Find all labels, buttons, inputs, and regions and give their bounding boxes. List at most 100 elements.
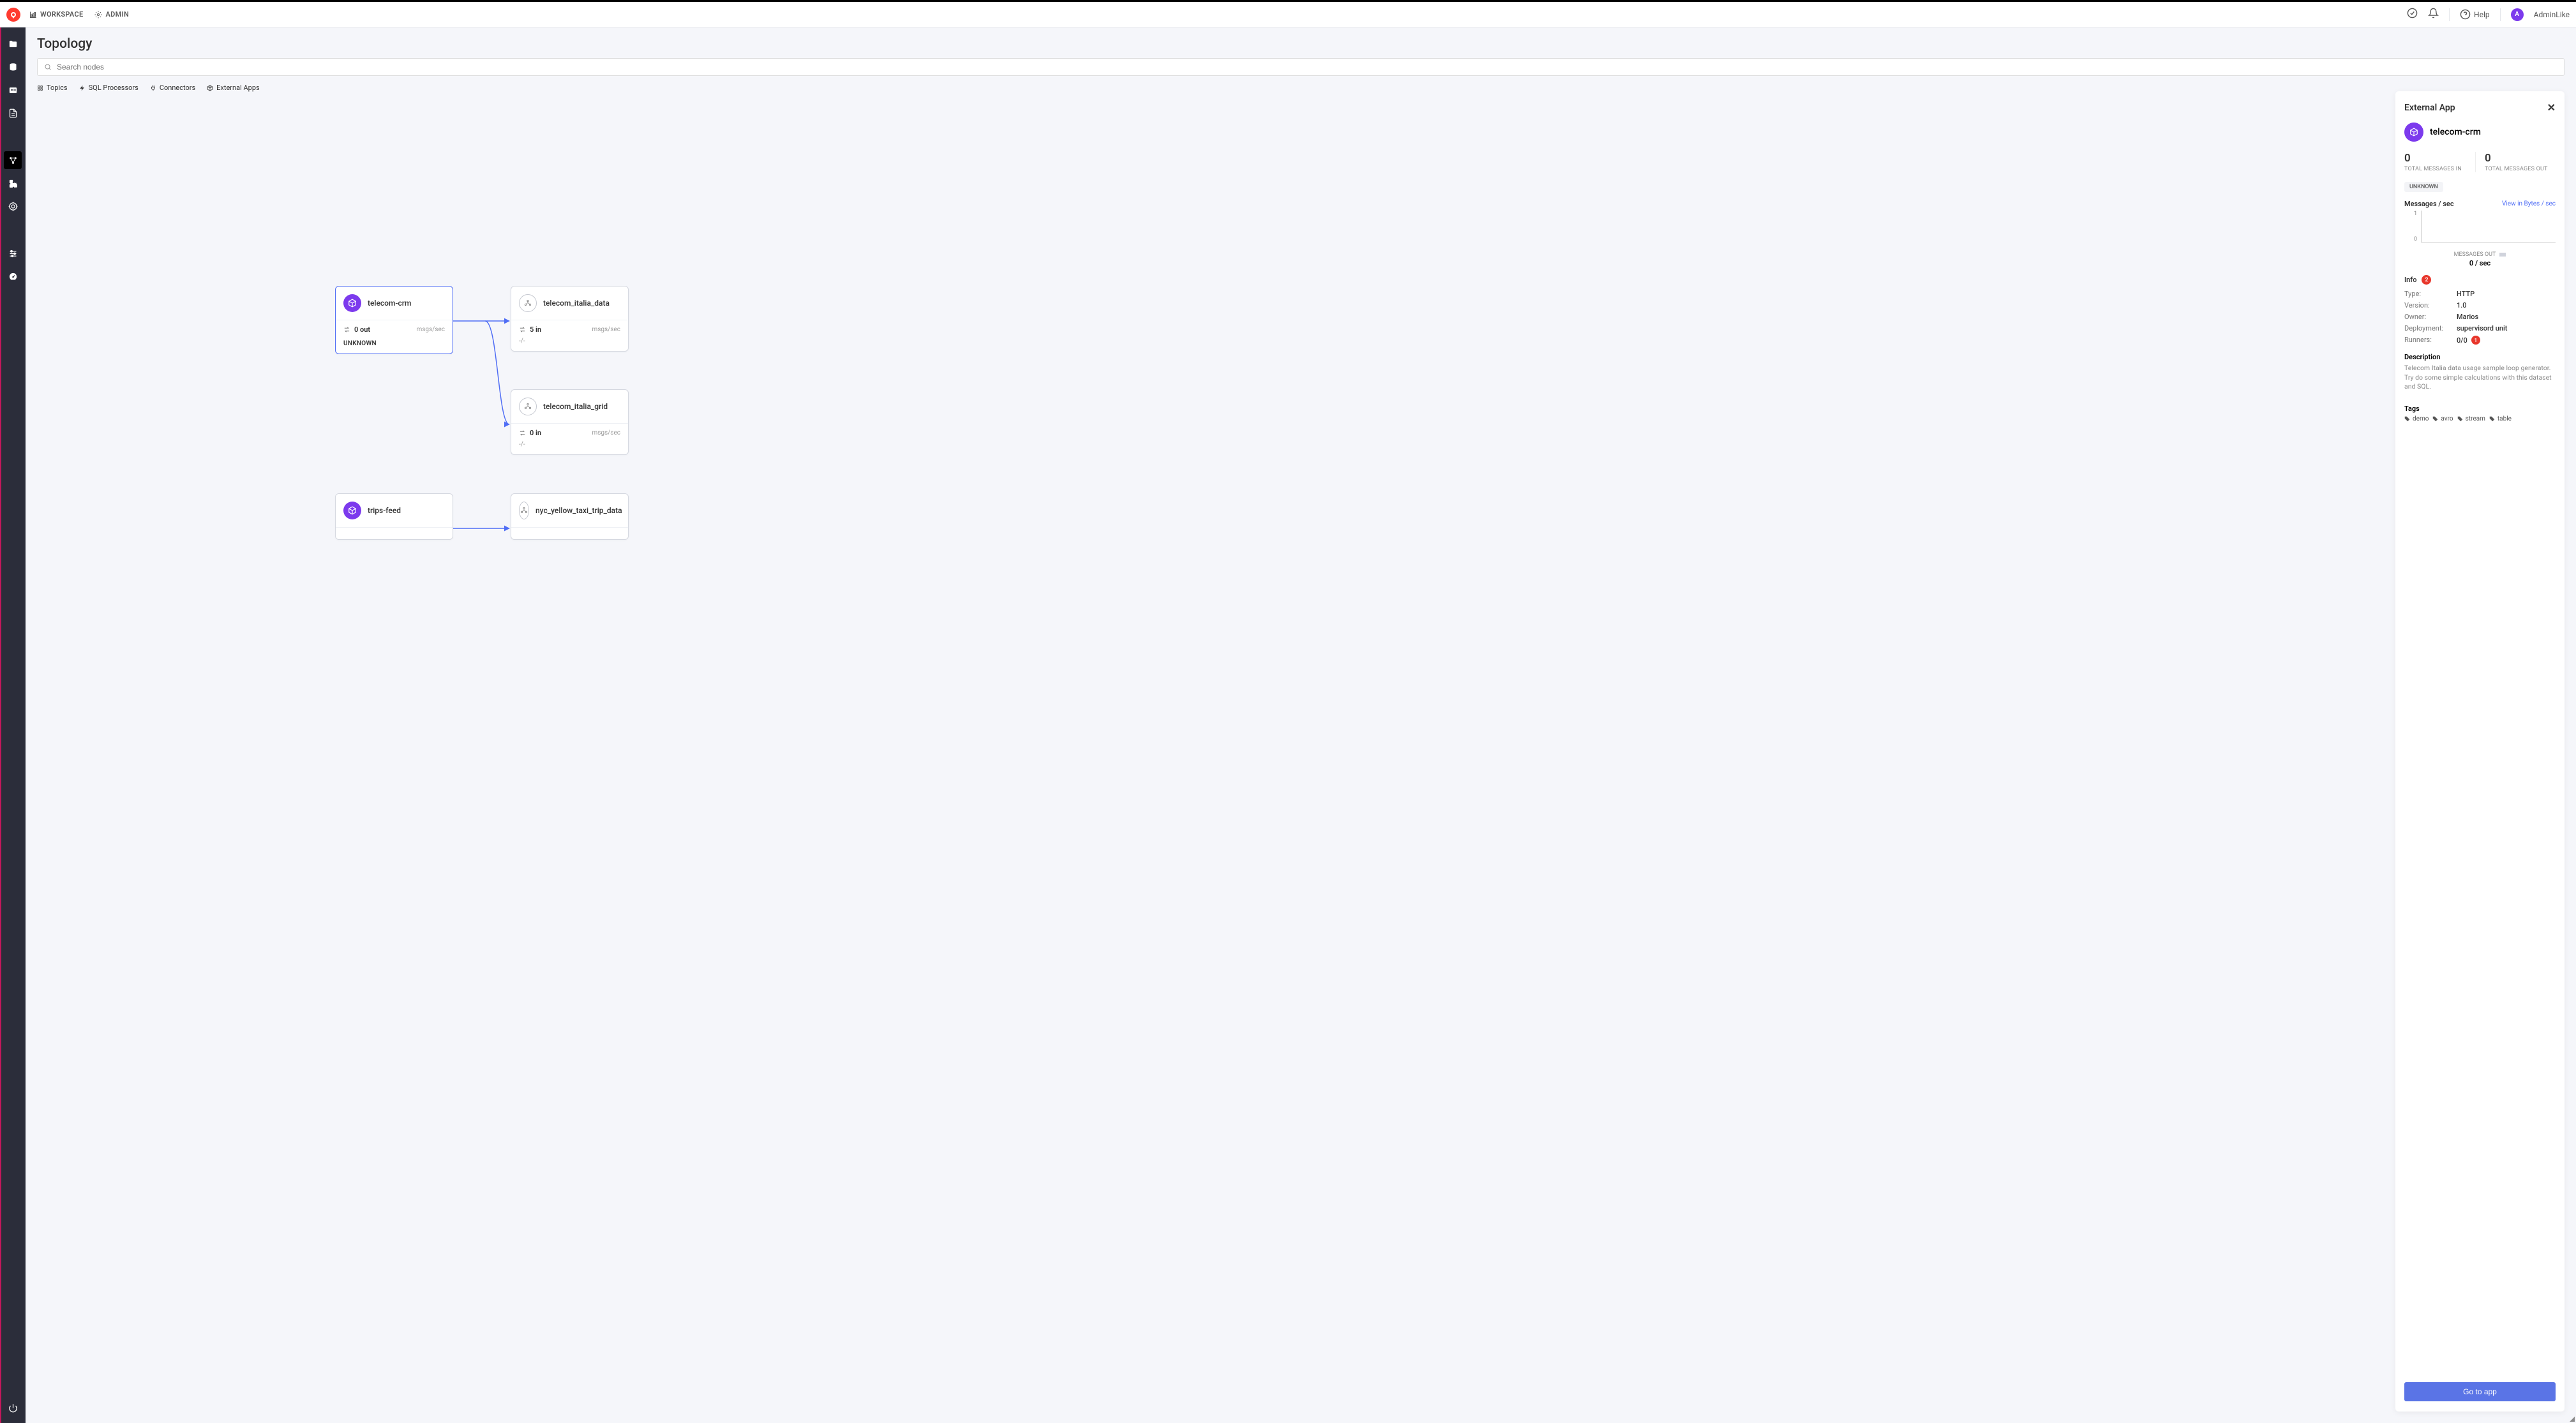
info-heading: Info [2404,276,2416,284]
left-sidebar [0,27,26,1423]
swap-icon [519,326,526,333]
sidebar-sliders-icon[interactable] [4,244,22,262]
go-to-app-button[interactable]: Go to app [2404,1382,2556,1401]
kv-key: Type: [2404,290,2457,298]
panel-app-name: telecom-crm [2430,127,2481,137]
page-title: Topology [37,36,2565,52]
tag-label: avro [2441,415,2453,422]
cube-icon [207,85,213,91]
kv-value: Marios [2457,313,2556,321]
description-heading: Description [2404,353,2556,361]
stat-messages-in: 0 TOTAL MESSAGES IN [2404,152,2475,172]
node-telecom-italia-data[interactable]: telecom_italia_data 5 in msgs/sec -/- [511,286,629,352]
topic-icon [519,294,537,312]
nav-admin[interactable]: ADMIN [94,10,129,19]
kv-key: Owner: [2404,313,2457,321]
chart-tick: 1 [2414,211,2417,217]
cube-icon [343,502,361,519]
sidebar-gauge-icon[interactable] [4,267,22,285]
kv-value: 0/01 [2457,336,2556,345]
stat-label: TOTAL MESSAGES OUT [2485,166,2556,172]
node-sub: -/- [519,441,620,448]
sidebar-folder-icon[interactable] [4,35,22,53]
user-avatar[interactable]: A [2511,8,2524,21]
kv-value: HTTP [2457,290,2556,298]
tag-icon [2432,416,2438,422]
tag-icon [2457,416,2463,422]
resize-handle[interactable] [2570,1417,2575,1422]
kv-key: Version: [2404,301,2457,309]
avatar-initial: A [2515,11,2519,18]
sidebar-id-card-icon[interactable] [4,81,22,99]
node-sub: -/- [519,338,620,345]
tags-heading: Tags [2404,405,2556,413]
node-rate: msgs/sec [416,326,445,333]
messages-chart: 1 0 [2404,211,2556,249]
help-icon [2460,9,2471,20]
chart-rate: 0 / sec [2404,259,2556,267]
node-title: telecom_italia_data [543,299,610,308]
sidebar-database-icon[interactable] [4,58,22,76]
info-badge: 2 [2422,275,2431,285]
user-name[interactable]: AdminLike [2534,10,2570,19]
gear-icon [94,11,102,19]
cube-icon [343,294,361,312]
nav-admin-label: ADMIN [105,10,129,19]
kv-value: supervisord unit [2457,324,2556,332]
kv-key: Runners: [2404,336,2457,345]
node-flow: 5 in [530,325,541,334]
search-input[interactable] [57,63,2557,71]
tag-label: table [2497,415,2512,422]
node-telecom-crm[interactable]: telecom-crm 0 out msgs/sec UNKNOWN [335,286,453,354]
topic-icon [519,502,529,519]
app-logo[interactable] [6,8,20,22]
chart-legend: MESSAGES OUT [2454,251,2496,258]
sidebar-file-icon[interactable] [4,104,22,122]
stat-messages-out: 0 TOTAL MESSAGES OUT [2475,152,2556,172]
node-rate: msgs/sec [592,326,620,333]
tag-icon [2489,416,2495,422]
stat-value: 0 [2404,152,2475,165]
help-button[interactable]: Help [2460,9,2490,20]
tag-item[interactable]: table [2489,415,2512,422]
sidebar-puzzle-icon[interactable] [4,174,22,192]
node-title: nyc_yellow_taxi_trip_data [535,506,622,515]
legend-swatch [2499,253,2506,257]
divider [2500,8,2501,21]
node-title: trips-feed [368,506,401,515]
tags-list: demo avro stream table [2404,415,2556,422]
check-icon[interactable] [2407,8,2418,21]
node-flow: 0 out [354,325,370,334]
search-icon [44,63,52,71]
view-bytes-link[interactable]: View in Bytes / sec [2502,200,2556,207]
node-title: telecom_italia_grid [543,402,608,411]
node-trips-feed[interactable]: trips-feed [335,493,453,540]
node-telecom-italia-grid[interactable]: telecom_italia_grid 0 in msgs/sec -/- [511,389,629,455]
bell-icon[interactable] [2428,8,2439,21]
tag-label: demo [2413,415,2429,422]
sidebar-target-icon[interactable] [4,197,22,215]
tag-item[interactable]: stream [2457,415,2485,422]
tag-item[interactable]: avro [2432,415,2453,422]
swap-icon [343,326,350,333]
node-status: UNKNOWN [343,340,445,347]
topology-canvas[interactable]: telecom-crm 0 out msgs/sec UNKNOWN [26,91,2576,1423]
panel-header: External App [2404,103,2455,113]
nav-workspace[interactable]: WORKSPACE [29,10,83,19]
chart-section-label: Messages / sec [2404,200,2454,208]
node-nyc-taxi[interactable]: nyc_yellow_taxi_trip_data [511,493,629,540]
tag-item[interactable]: demo [2404,415,2429,422]
kv-runners-value: 0/0 [2457,336,2467,345]
tag-icon [2404,416,2410,422]
help-label: Help [2474,10,2490,19]
node-title: telecom-crm [368,299,411,308]
plug-icon [150,85,156,91]
status-badge: UNKNOWN [2404,182,2443,192]
description-text: Telecom Italia data usage sample loop ge… [2404,364,2556,392]
close-icon[interactable]: ✕ [2547,101,2556,114]
sidebar-power-icon[interactable] [4,1399,22,1417]
top-navbar: WORKSPACE ADMIN Help A AdminLike [0,2,2576,27]
nav-workspace-label: WORKSPACE [40,10,83,19]
search-box[interactable] [37,58,2565,76]
sidebar-topology-icon[interactable] [4,151,22,169]
